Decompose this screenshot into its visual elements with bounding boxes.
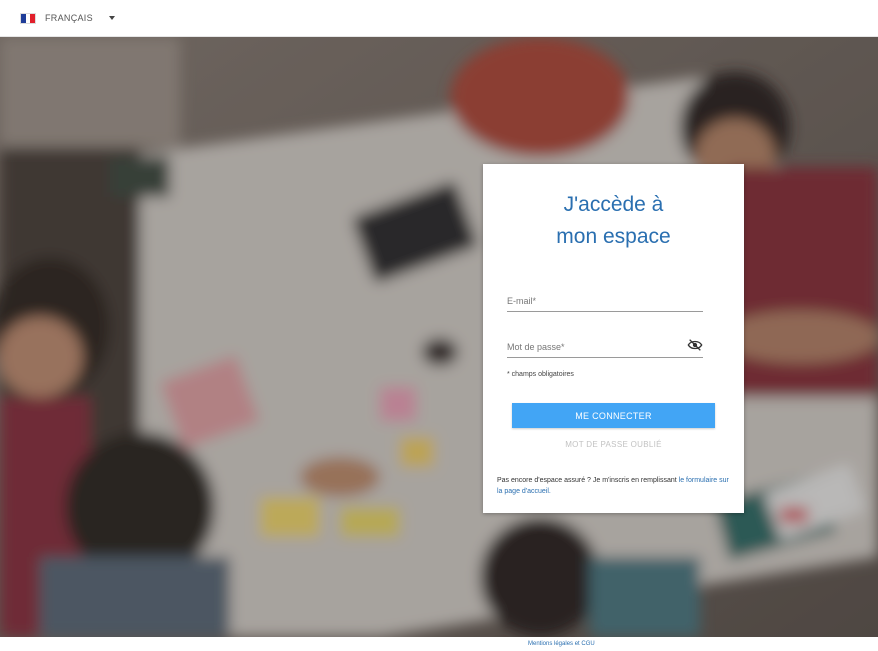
signup-help-text: Pas encore d'espace assuré ? Je m'inscri… <box>497 475 733 497</box>
france-flag-icon <box>20 12 36 24</box>
login-title-line1: J'accède à <box>563 193 664 216</box>
login-button[interactable]: ME CONNECTER <box>512 403 715 428</box>
footer: Mentions légales et CGU <box>0 637 878 651</box>
language-selector[interactable]: FRANÇAIS <box>20 12 115 24</box>
password-field-wrapper <box>507 336 703 358</box>
chevron-down-icon[interactable] <box>108 16 115 20</box>
background-overlay <box>0 37 878 637</box>
password-input[interactable] <box>507 336 703 357</box>
login-card: J'accède à mon espace * champs obligatoi… <box>483 164 744 513</box>
legal-notice-link[interactable]: Mentions légales et CGU <box>528 641 595 647</box>
login-title: J'accède à mon espace <box>483 189 744 253</box>
required-fields-note: * champs obligatoires <box>507 371 574 378</box>
forgot-password-link[interactable]: MOT DE PASSE OUBLIÉ <box>483 440 744 449</box>
language-label: FRANÇAIS <box>45 13 93 23</box>
eye-off-icon[interactable] <box>687 339 703 351</box>
language-bar: FRANÇAIS <box>0 0 878 37</box>
login-title-line2: mon espace <box>556 225 671 248</box>
email-input[interactable] <box>507 290 703 311</box>
signup-help-prefix: Pas encore d'espace assuré ? Je m'inscri… <box>497 477 679 484</box>
email-field-wrapper <box>507 290 703 312</box>
background-photo <box>0 37 878 637</box>
